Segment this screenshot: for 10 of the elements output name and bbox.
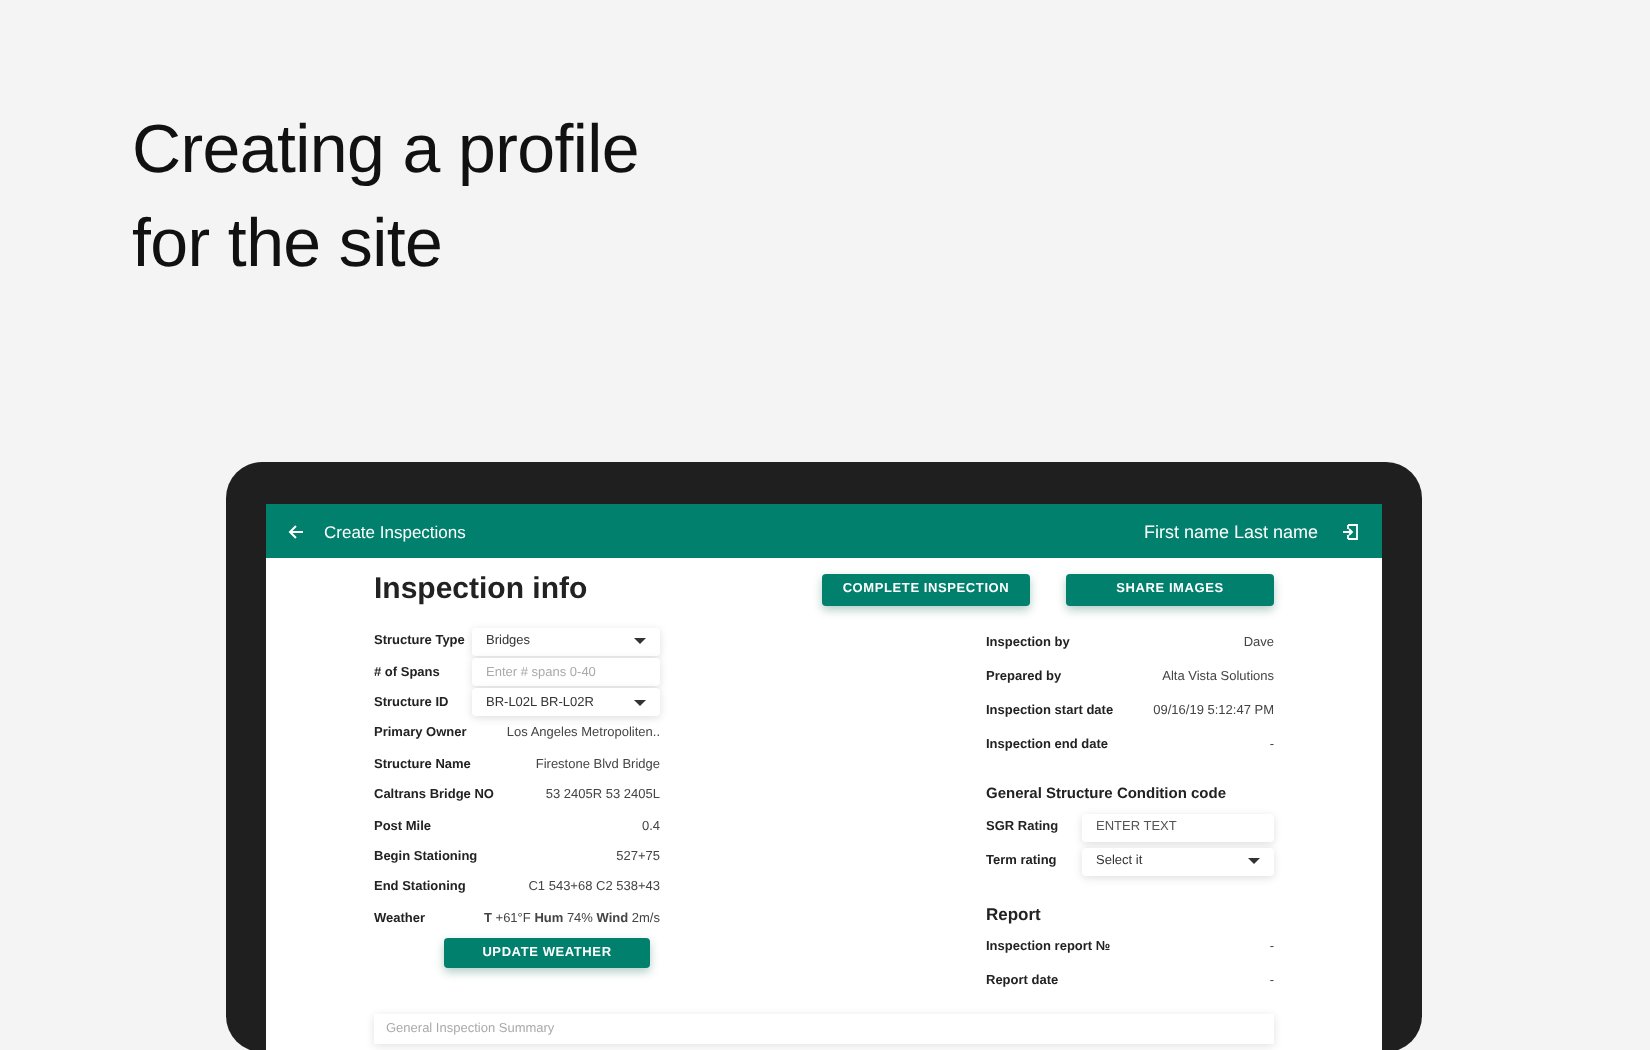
caret-icon: [634, 699, 646, 706]
caret-icon: [1248, 858, 1260, 864]
user-name: First name Last name: [1143, 521, 1318, 541]
app-title: Create Inspections: [324, 521, 466, 541]
headline: Creating a profile for the site: [132, 110, 642, 286]
page-title: Inspection info: [374, 572, 588, 606]
logout-icon[interactable]: [1342, 523, 1358, 539]
back-icon[interactable]: [288, 523, 304, 539]
section-heading: Report: [986, 902, 1043, 926]
caret-icon: [634, 638, 646, 645]
